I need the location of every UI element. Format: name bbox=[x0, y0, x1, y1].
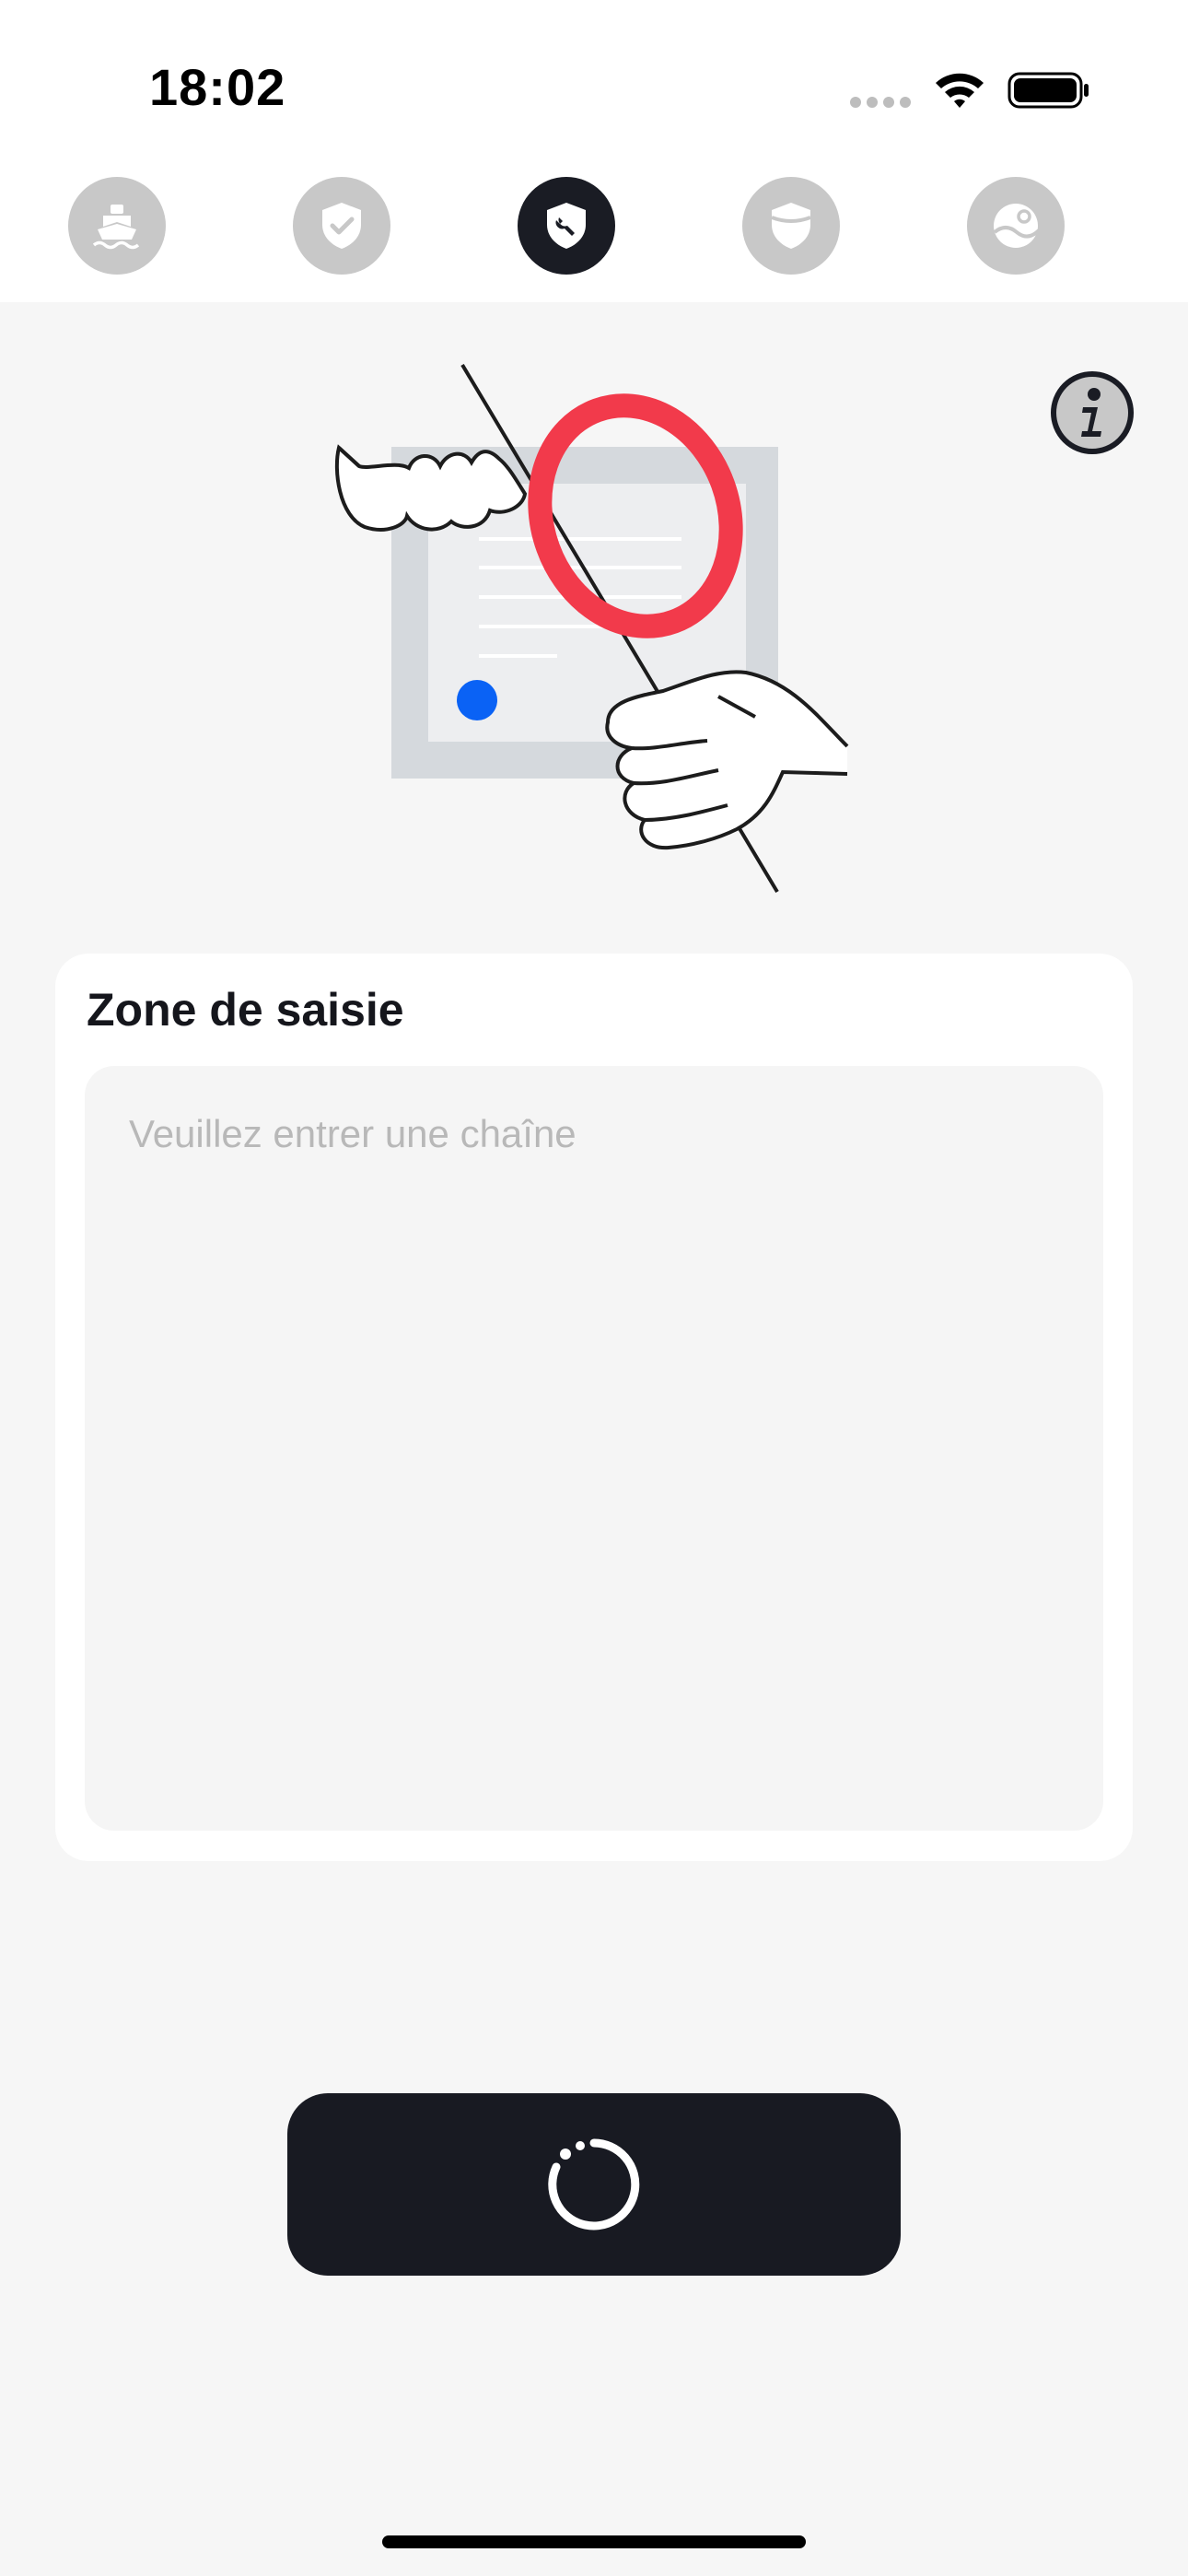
wifi-icon bbox=[936, 73, 984, 108]
status-time: 18:02 bbox=[149, 58, 286, 116]
ship-icon bbox=[92, 205, 140, 250]
landscape-photo-icon bbox=[993, 204, 1041, 248]
cellular-signal-icon bbox=[850, 97, 911, 108]
tab-landscape[interactable] bbox=[967, 177, 1065, 275]
top-tab-bar bbox=[0, 166, 1188, 302]
tab-shield-half[interactable] bbox=[742, 177, 840, 275]
tab-ship[interactable] bbox=[68, 177, 166, 275]
status-bar: 18:02 bbox=[0, 0, 1188, 166]
battery-icon bbox=[1007, 72, 1089, 109]
info-icon[interactable] bbox=[1050, 370, 1135, 455]
document-inspection-illustration bbox=[334, 363, 849, 894]
shield-check-icon bbox=[322, 203, 361, 249]
tab-shield-wrench[interactable] bbox=[518, 177, 615, 275]
input-card-title: Zone de saisie bbox=[87, 984, 404, 1036]
input-card: Zone de saisie bbox=[55, 954, 1133, 1861]
string-input-field[interactable] bbox=[85, 1066, 1103, 1831]
loading-spinner-icon bbox=[548, 2138, 640, 2231]
home-indicator[interactable] bbox=[382, 2535, 806, 2548]
submit-button[interactable] bbox=[287, 2093, 901, 2276]
shield-half-icon bbox=[771, 203, 811, 249]
shield-wrench-icon bbox=[547, 203, 586, 249]
tab-shield-check[interactable] bbox=[293, 177, 390, 275]
